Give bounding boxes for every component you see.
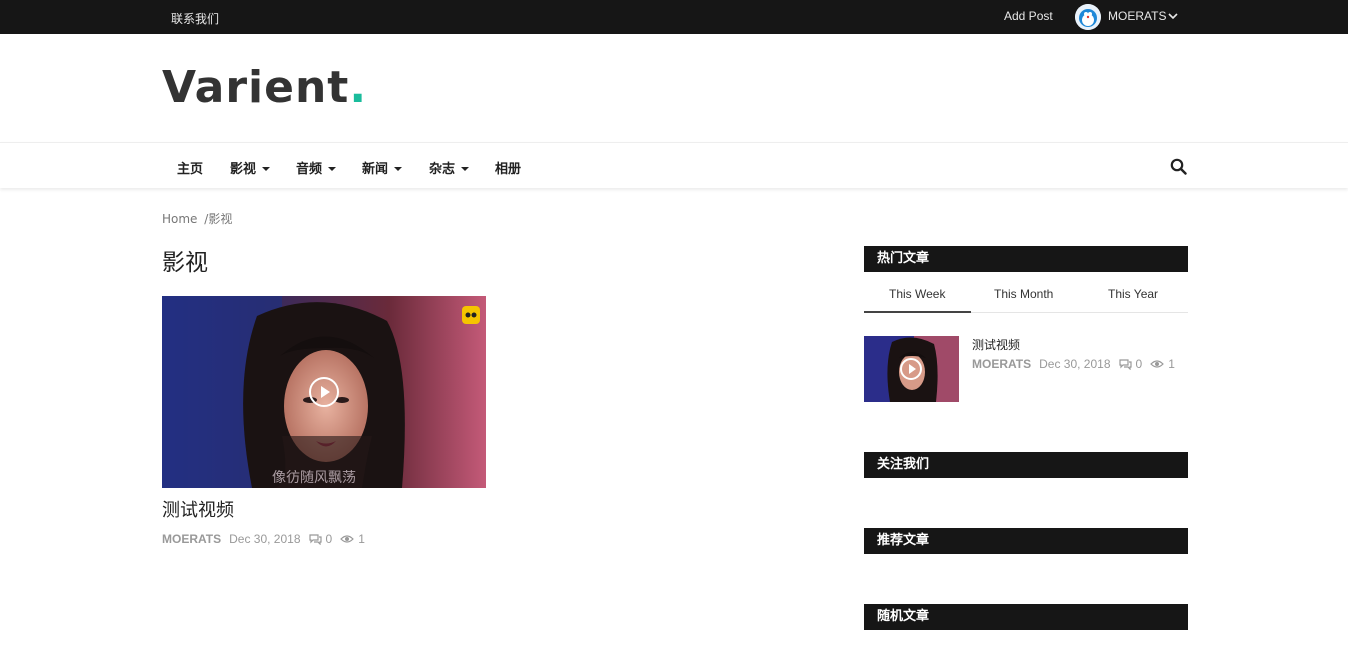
post-thumbnail[interactable]: 像彷随风飘荡 bbox=[162, 296, 486, 488]
nav-item-gallery[interactable]: 相册 bbox=[495, 158, 521, 177]
nav-item-label: 主页 bbox=[177, 162, 204, 177]
comment-count-value: 0 bbox=[1135, 357, 1143, 371]
popular-post-title[interactable]: 测试视频 bbox=[972, 336, 1020, 353]
breadcrumb-current: 影视 bbox=[208, 212, 233, 226]
nav-item-label: 新闻 bbox=[362, 162, 389, 177]
play-icon[interactable] bbox=[309, 377, 339, 407]
comments-icon bbox=[308, 533, 322, 545]
video-watermark: 像彷随风飘荡 bbox=[272, 470, 356, 486]
caret-down-icon bbox=[328, 166, 337, 171]
logo-text: Varient bbox=[162, 62, 350, 113]
nav-item-label: 影视 bbox=[230, 162, 257, 177]
nav-item-magazine[interactable]: 杂志 bbox=[429, 158, 470, 177]
eye-icon bbox=[1150, 360, 1165, 368]
view-count: 1 bbox=[340, 532, 365, 546]
search-icon[interactable] bbox=[1170, 158, 1187, 175]
recommended-posts-heading: 推荐文章 bbox=[864, 528, 1188, 554]
tab-this-week[interactable]: This Week bbox=[889, 287, 945, 301]
nav-item-label: 杂志 bbox=[429, 162, 456, 177]
active-tab-indicator bbox=[864, 311, 971, 313]
nav-item-home[interactable]: 主页 bbox=[177, 158, 203, 177]
eye-icon bbox=[340, 535, 355, 543]
popular-posts-tabs: This Week This Month This Year bbox=[864, 280, 1188, 313]
comment-count-value: 0 bbox=[325, 532, 333, 546]
comment-count: 0 bbox=[1118, 357, 1143, 371]
site-logo[interactable]: Varient. bbox=[162, 62, 367, 113]
nav-item-label: 音频 bbox=[296, 162, 323, 177]
caret-down-icon bbox=[394, 166, 403, 171]
view-count-value: 1 bbox=[1168, 357, 1175, 371]
post-title[interactable]: 测试视频 bbox=[162, 496, 234, 522]
nav-item-label: 相册 bbox=[495, 162, 522, 177]
nav-item-news[interactable]: 新闻 bbox=[362, 158, 403, 177]
post-date: Dec 30, 2018 bbox=[229, 532, 301, 546]
tab-this-year[interactable]: This Year bbox=[1108, 287, 1158, 301]
view-count: 1 bbox=[1150, 357, 1175, 371]
page-title: 影视 bbox=[162, 250, 208, 276]
tab-this-month[interactable]: This Month bbox=[994, 287, 1053, 301]
add-post-link[interactable]: Add Post bbox=[1004, 9, 1053, 23]
follow-us-heading: 关注我们 bbox=[864, 452, 1188, 478]
contact-us-link[interactable]: 联系我们 bbox=[171, 10, 219, 27]
play-icon[interactable] bbox=[900, 358, 922, 380]
breadcrumb-home[interactable]: Home bbox=[162, 212, 197, 226]
popular-post-date: Dec 30, 2018 bbox=[1039, 357, 1111, 371]
user-avatar[interactable] bbox=[1075, 4, 1101, 30]
nav-item-audio[interactable]: 音频 bbox=[296, 158, 337, 177]
random-posts-heading: 随机文章 bbox=[864, 604, 1188, 630]
main-nav: 主页 影视 音频 新闻 杂志 相册 bbox=[0, 142, 1348, 188]
popular-posts-heading: 热门文章 bbox=[864, 246, 1188, 272]
caret-down-icon bbox=[461, 166, 470, 171]
chevron-down-icon[interactable] bbox=[1168, 12, 1178, 20]
popular-post-thumbnail[interactable] bbox=[864, 336, 959, 402]
top-bar: 联系我们 Add Post MOERATS bbox=[0, 0, 1348, 34]
popular-post-meta: MOERATS Dec 30, 2018 0 1 bbox=[972, 357, 1175, 371]
comments-icon bbox=[1118, 358, 1132, 370]
post-author[interactable]: MOERATS bbox=[162, 532, 221, 546]
view-count-value: 1 bbox=[358, 532, 365, 546]
caret-down-icon bbox=[262, 166, 271, 171]
post-meta: MOERATS Dec 30, 2018 0 1 bbox=[162, 532, 365, 546]
breadcrumb: Home /影视 bbox=[162, 210, 232, 227]
nav-item-video[interactable]: 影视 bbox=[230, 158, 271, 177]
username-menu[interactable]: MOERATS bbox=[1108, 9, 1166, 23]
popular-post-author[interactable]: MOERATS bbox=[972, 357, 1031, 371]
logo-dot: . bbox=[349, 62, 368, 113]
comment-count: 0 bbox=[308, 532, 333, 546]
